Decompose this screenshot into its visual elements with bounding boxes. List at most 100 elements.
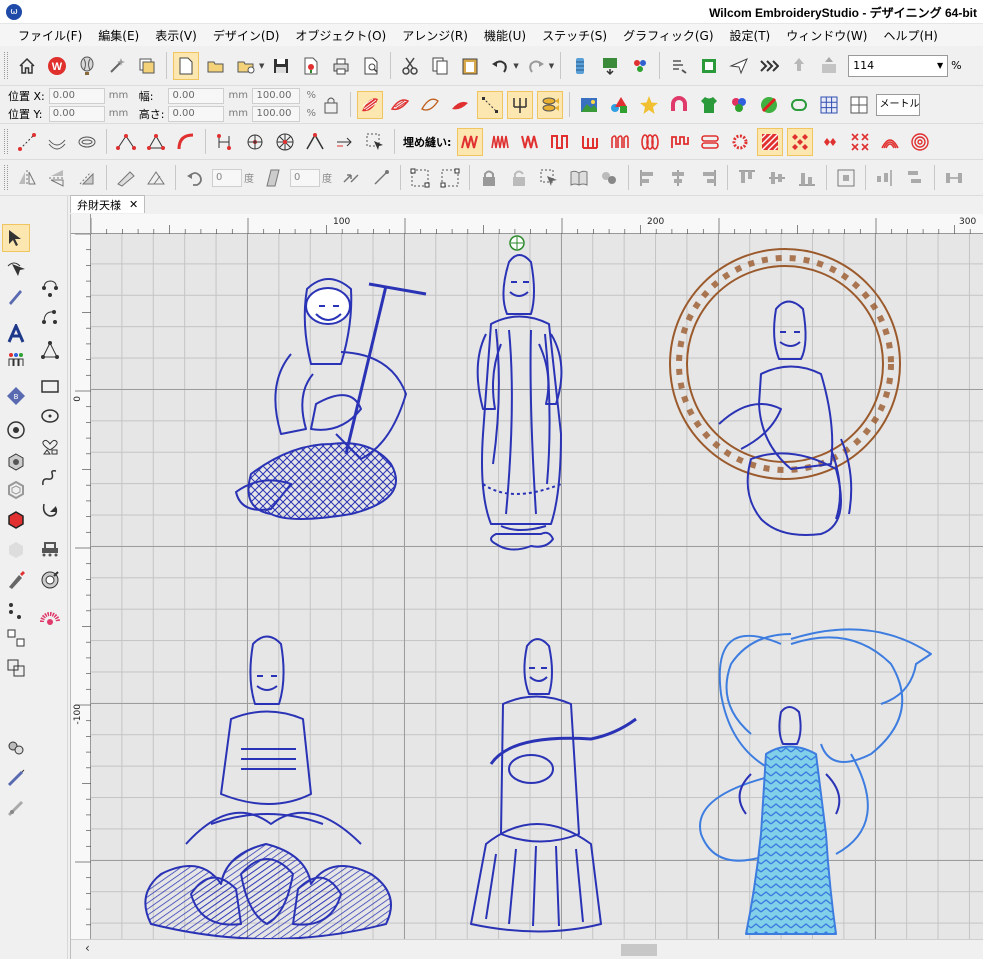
ruler-corner[interactable] [71,214,91,234]
pos-y-field[interactable]: 0.00 [48,105,105,122]
knife-tool[interactable] [2,566,30,594]
monogram-tool[interactable]: B [2,382,30,410]
align-top-button[interactable] [734,164,760,192]
menu-view[interactable]: 表示(V) [147,27,205,44]
sunburst-tool[interactable] [36,604,64,632]
thread-button[interactable] [567,52,593,80]
menu-graphics[interactable]: グラフィック(G) [615,27,721,44]
grid-snap-button[interactable] [846,91,872,119]
nodes-button[interactable] [407,164,433,192]
digitize-open-button[interactable] [113,128,139,156]
balloon-button[interactable] [74,52,100,80]
copy-design-button[interactable] [134,52,160,80]
circle-target-tool[interactable] [2,416,30,444]
close-icon[interactable]: ✕ [129,198,138,211]
stitch-type-run-button[interactable] [417,91,443,119]
align-a-button[interactable] [338,164,364,192]
skew-button[interactable] [113,164,139,192]
distribute-v-button[interactable] [902,164,928,192]
align-middle-button[interactable] [764,164,790,192]
app-logo[interactable]: ω [6,4,22,20]
stitch-player-tool[interactable] [2,734,30,762]
units-combo[interactable]: メートル法 [876,93,921,116]
green-square-button[interactable] [696,52,722,80]
backtrack-button[interactable] [332,128,358,156]
cut-circle-tool[interactable] [36,566,64,594]
menu-function[interactable]: 機能(U) [476,27,534,44]
send-button[interactable] [726,52,752,80]
menu-edit[interactable]: 編集(E) [90,27,147,44]
embroidery-design[interactable] [91,234,983,939]
align-right-button[interactable] [695,164,721,192]
fill-m-button[interactable] [547,128,573,156]
appliqué-button[interactable] [666,91,692,119]
combine-shapes-tool[interactable] [2,654,30,682]
team-names-tool[interactable] [2,346,30,374]
rotate-shape-tool[interactable] [36,496,64,524]
document-tab[interactable]: 弁財天様 ✕ [70,195,146,213]
machine-send-button[interactable] [816,52,842,80]
input-a-button[interactable] [14,128,40,156]
reshape-tool[interactable] [2,254,30,282]
menu-stitch[interactable]: ステッチ(S) [534,27,615,44]
artwork-button[interactable] [597,52,623,80]
figure-lotus-seated[interactable] [144,635,392,940]
needle-gray-tool[interactable] [2,794,30,822]
align-center-button[interactable] [665,164,691,192]
figure-halo-seated[interactable] [669,248,901,536]
ellipse-tool[interactable] [36,402,64,430]
fill-rhomb-button[interactable] [817,128,843,156]
stitch-type-tatami-button[interactable] [357,90,384,119]
fill-gear-button[interactable] [727,128,753,156]
nodes2-button[interactable] [437,164,463,192]
colorway-button[interactable] [726,91,752,119]
pos-x-field[interactable]: 0.00 [48,87,105,104]
select-stitch-button[interactable] [362,128,388,156]
width-field[interactable]: 0.00 [168,87,225,104]
figure-flying-ribbons[interactable] [699,628,932,935]
needle-tool[interactable] [2,764,30,792]
open-recent-button[interactable] [233,52,259,80]
figure-standing-biwa[interactable] [470,638,637,933]
digitize-closed-button[interactable] [143,128,169,156]
input-c-button[interactable] [74,128,100,156]
star-fill-button[interactable] [272,128,298,156]
center-button[interactable] [833,164,859,192]
copy-button[interactable] [427,52,453,80]
pen-tool[interactable] [2,282,30,310]
vertical-ruler[interactable]: 0 -100 [71,234,91,939]
home-button[interactable] [14,52,40,80]
dropdown-arrow-icon[interactable]: ▼ [549,62,554,70]
appliqué-tool[interactable] [2,506,30,534]
mirror-h-button[interactable] [14,164,40,192]
motif-star-button[interactable] [636,91,662,119]
menu-help[interactable]: ヘルプ(H) [875,27,945,44]
redo-button[interactable] [523,52,549,80]
horizontal-scrollbar[interactable]: ‹ [71,939,983,959]
figure-standing-robed[interactable] [476,235,563,551]
text-tool[interactable] [2,320,30,348]
no-color-button[interactable] [756,91,782,119]
cut-button[interactable] [397,52,423,80]
fill-diamond-button[interactable] [787,127,814,156]
menu-object[interactable]: オブジェクト(O) [287,27,394,44]
input-open-tool[interactable] [36,304,64,332]
shapes-tool[interactable] [36,432,64,460]
toolbar-grip[interactable] [4,129,8,154]
select-tool[interactable] [2,224,30,252]
fill-zigzag-button[interactable] [457,127,484,156]
column-a-button[interactable] [173,128,199,156]
blackwork-button[interactable] [302,128,328,156]
squares-tool[interactable] [2,624,30,652]
design-grid[interactable] [91,234,983,939]
paste-button[interactable] [457,52,483,80]
save-button[interactable] [268,52,294,80]
tshirt-button[interactable] [696,91,722,119]
height-field[interactable]: 0.00 [168,105,225,122]
input-b-button[interactable] [44,128,70,156]
grid-button[interactable] [816,91,842,119]
select-region-button[interactable] [536,164,562,192]
toolbar-grip[interactable] [4,165,8,190]
fill-wave-button[interactable] [517,128,543,156]
fill-chain-button[interactable] [697,128,723,156]
